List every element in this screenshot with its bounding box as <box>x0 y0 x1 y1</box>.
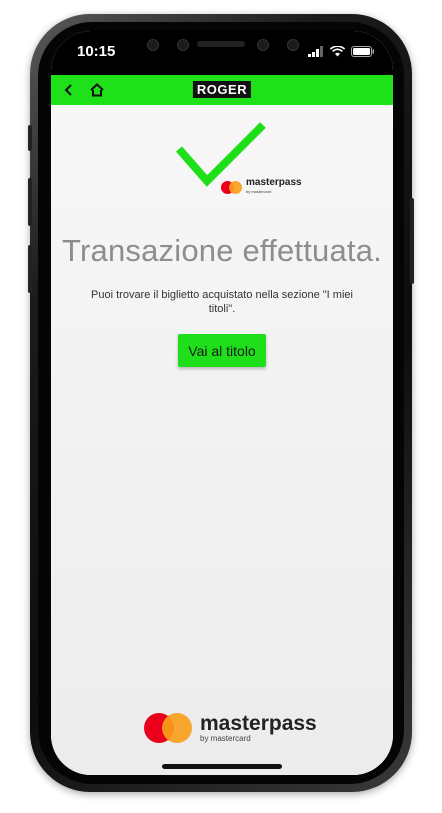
masterpass-name: masterpass <box>200 711 317 735</box>
phone-screen: 10:15 ROGER masterpass by mastercard Tra… <box>51 31 393 775</box>
signal-icon <box>308 46 323 57</box>
masterpass-logo-small: masterpass by mastercard <box>221 178 302 196</box>
battery-icon <box>351 46 374 57</box>
masterpass-tagline: by mastercard <box>200 733 251 743</box>
sensor-icon <box>177 39 189 51</box>
home-indicator[interactable] <box>162 764 282 769</box>
masterpass-logo-footer: masterpass by mastercard <box>144 713 317 743</box>
power-button <box>410 198 414 284</box>
status-bar: 10:15 <box>51 31 393 75</box>
camera-icon <box>287 39 299 51</box>
volume-up-button <box>28 178 32 226</box>
go-to-ticket-button[interactable]: Vai al titolo <box>178 334 266 367</box>
masterpass-wordmark: masterpass by mastercard <box>246 178 302 196</box>
chevron-left-icon <box>64 84 72 96</box>
speaker-grille <box>197 41 245 47</box>
confirmation-page: masterpass by mastercard Transazione eff… <box>51 105 393 775</box>
back-button[interactable] <box>59 80 79 100</box>
home-button[interactable] <box>87 80 107 100</box>
status-icons <box>308 46 375 57</box>
sensor-icon <box>257 39 269 51</box>
mastercard-orange-circle <box>162 713 192 743</box>
masterpass-wordmark: masterpass by mastercard <box>200 711 317 743</box>
masterpass-name: masterpass <box>246 177 302 188</box>
wifi-icon <box>330 46 345 57</box>
status-time: 10:15 <box>77 43 116 60</box>
success-headline: Transazione effettuata. <box>62 233 382 268</box>
silent-switch <box>28 125 32 151</box>
notch <box>133 31 309 61</box>
success-message: Puoi trovare il biglietto acquistato nel… <box>91 289 353 315</box>
camera-icon <box>147 39 159 51</box>
masterpass-tagline: by mastercard <box>246 189 272 194</box>
volume-down-button <box>28 245 32 293</box>
app-nav-bar: ROGER <box>51 75 393 105</box>
app-logo: ROGER <box>192 81 252 98</box>
mastercard-orange-circle <box>229 180 242 194</box>
home-icon <box>90 83 104 97</box>
